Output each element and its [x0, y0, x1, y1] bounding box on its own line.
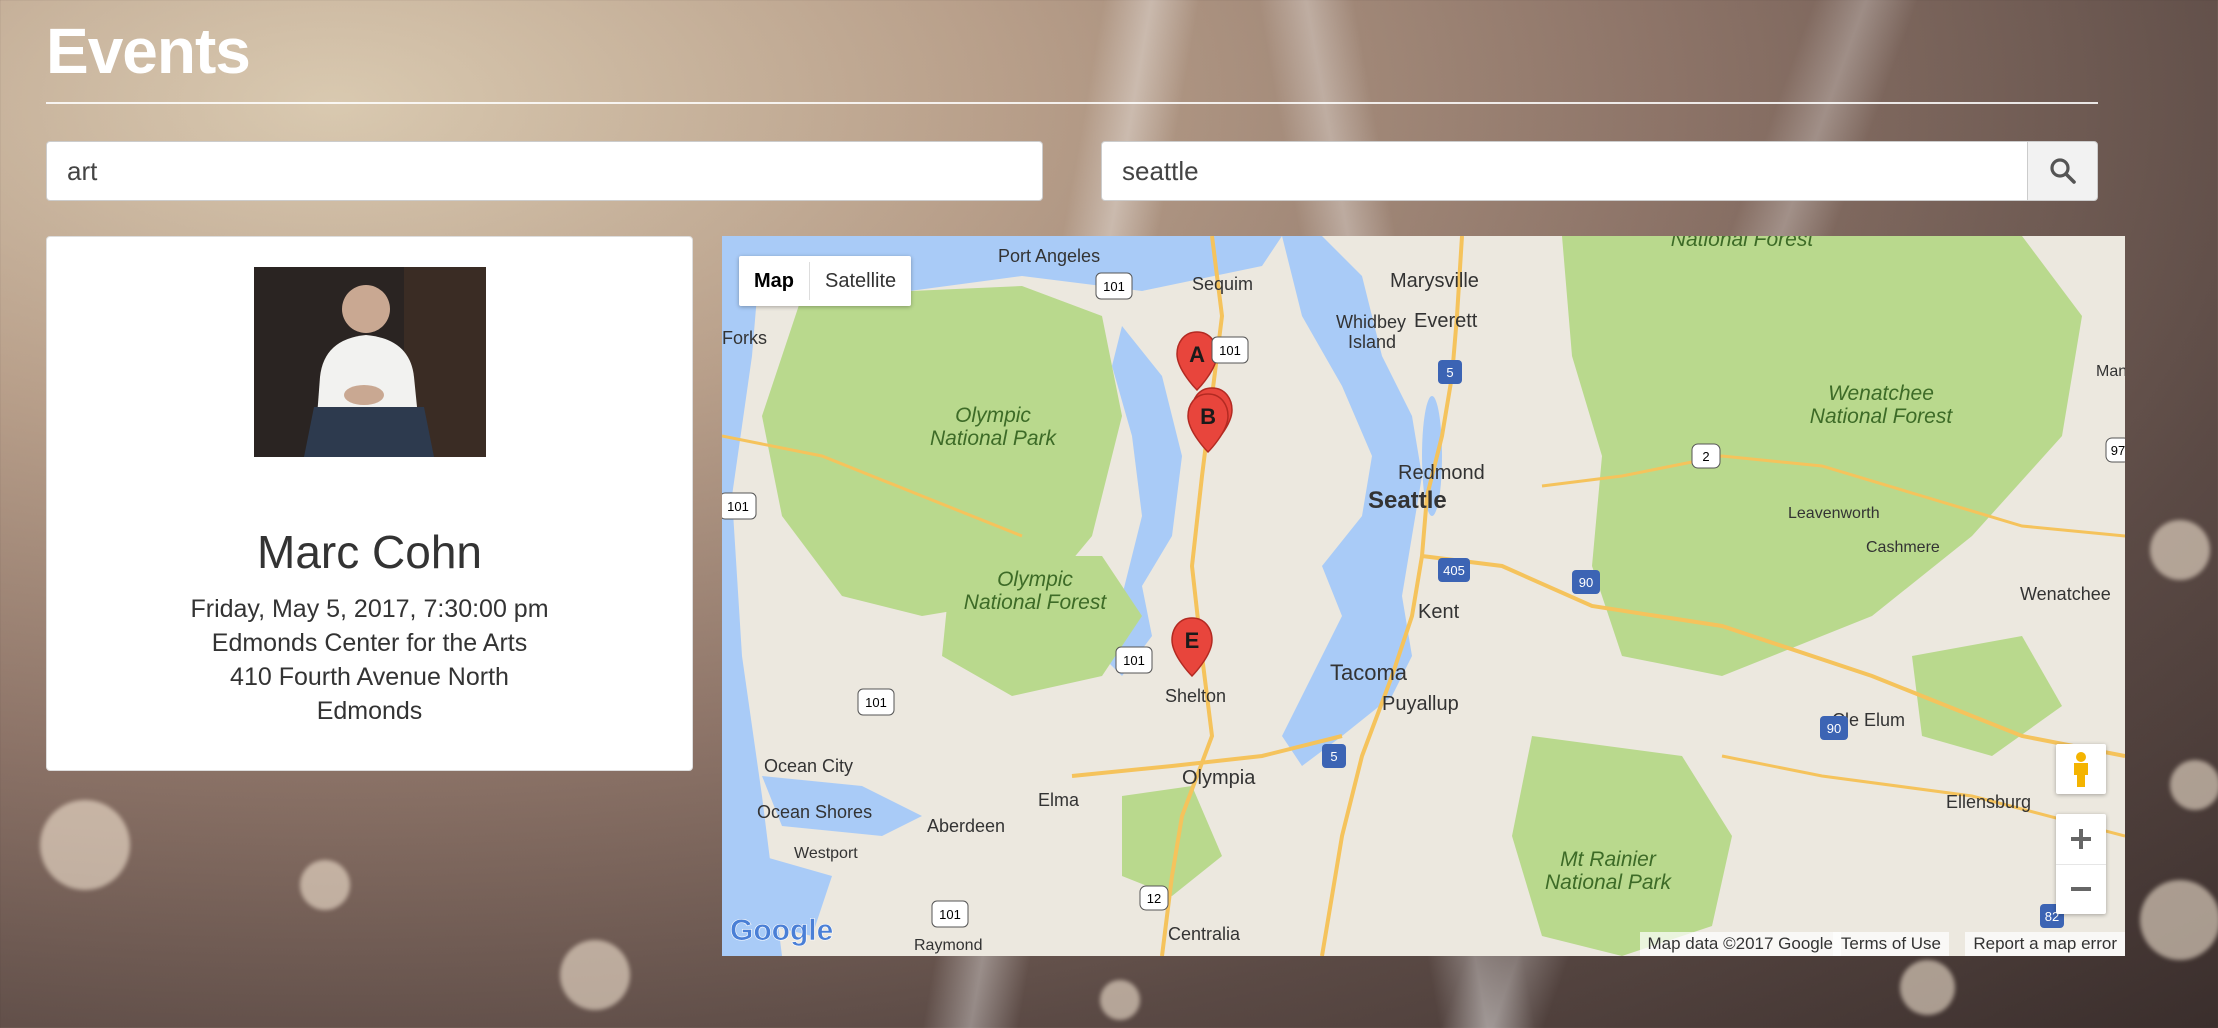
- map-type-toggle[interactable]: Map Satellite: [739, 256, 912, 306]
- satellite-view-button[interactable]: Satellite: [810, 256, 911, 306]
- keyword-search-input[interactable]: [46, 141, 1043, 201]
- event-address: 410 Fourth Avenue North: [230, 663, 509, 691]
- place-label: Centralia: [1168, 924, 1241, 944]
- pegman-icon: [2074, 752, 2088, 787]
- zoom-in-button[interactable]: [2056, 814, 2106, 865]
- event-city: Edmonds: [316, 697, 423, 725]
- map-marker-b-label: B: [1200, 404, 1216, 429]
- park-label: Wenatchee: [1828, 382, 1934, 405]
- highway-shield: 12: [1147, 891, 1161, 906]
- place-label: Redmond: [1398, 462, 1485, 484]
- event-photo: [254, 267, 486, 457]
- place-label: Raymond: [914, 937, 982, 954]
- highway-shield: 101: [1219, 343, 1241, 358]
- place-label: Kent: [1418, 601, 1460, 623]
- map-marker-a-label: A: [1189, 342, 1205, 367]
- highway-shield: 2: [1702, 449, 1709, 464]
- place-label: Aberdeen: [927, 816, 1005, 836]
- event-venue: Edmonds Center for the Arts: [211, 629, 528, 657]
- place-label: Wenatchee: [2020, 584, 2111, 604]
- park-label: National Park: [930, 427, 1058, 450]
- place-label: Whidbey: [1336, 312, 1406, 332]
- minus-icon: [2071, 887, 2091, 892]
- street-view-pegman-button[interactable]: [2056, 744, 2106, 794]
- event-card[interactable]: Marc Cohn Friday, May 5, 2017, 7:30:00 p…: [46, 236, 693, 771]
- place-label: Puyallup: [1382, 693, 1459, 715]
- place-label: Tacoma: [1330, 660, 1408, 685]
- place-label: Westport: [794, 845, 858, 862]
- highway-shield: 101: [1103, 279, 1125, 294]
- map-view-button[interactable]: Map: [739, 256, 809, 306]
- place-label: Cashmere: [1866, 539, 1940, 556]
- place-label: Ocean City: [764, 756, 853, 776]
- title-divider: [46, 102, 2098, 104]
- place-label: Seattle: [1368, 487, 1447, 514]
- place-label: Shelton: [1165, 686, 1226, 706]
- place-label: Ocean Shores: [757, 802, 872, 822]
- map-attribution: Map data ©2017 Google: [1639, 932, 1841, 956]
- place-label: Forks: [722, 328, 767, 348]
- plus-icon: [2071, 828, 2091, 849]
- events-map[interactable]: A B E Port Angeles Sequim Forks Whidbey …: [722, 236, 2125, 956]
- park-label: National Forest: [1810, 405, 1954, 428]
- event-name[interactable]: Marc Cohn: [47, 525, 692, 579]
- map-marker-e-label: E: [1185, 628, 1200, 653]
- highway-shield: 97: [2111, 443, 2125, 458]
- terms-of-use-link[interactable]: Terms of Use: [1832, 932, 1949, 956]
- highway-shield: 101: [1123, 653, 1145, 668]
- place-label: Elma: [1038, 790, 1080, 810]
- event-datetime: Friday, May 5, 2017, 7:30:00 pm: [190, 595, 549, 623]
- park-label: Olympic: [955, 404, 1031, 427]
- place-label: Port Angeles: [998, 246, 1100, 266]
- highway-shield: 405: [1443, 563, 1465, 578]
- park-label: National Forest: [1671, 236, 1815, 251]
- place-label: Island: [1348, 332, 1396, 352]
- park-label: Mt Rainier: [1560, 848, 1657, 871]
- zoom-out-button[interactable]: [2056, 865, 2106, 915]
- highway-shield: 101: [939, 907, 961, 922]
- park-label: National Park: [1545, 871, 1673, 894]
- place-label: Sequim: [1192, 274, 1253, 294]
- search-button[interactable]: [2027, 141, 2098, 201]
- google-logo: Google: [730, 914, 833, 947]
- place-label: Ellensburg: [1946, 792, 2031, 812]
- highway-shield: 5: [1330, 749, 1337, 764]
- place-label: Marysville: [1390, 270, 1479, 292]
- highway-shield: 101: [865, 695, 887, 710]
- highway-shield: 101: [727, 499, 749, 514]
- park-label: Olympic: [997, 568, 1073, 591]
- place-label: Leavenworth: [1788, 505, 1880, 522]
- highway-shield: 90: [1579, 575, 1593, 590]
- location-search-input[interactable]: [1101, 141, 2028, 201]
- park-label: National Forest: [964, 591, 1108, 614]
- place-label: Man: [2096, 363, 2125, 380]
- place-label: Olympia: [1182, 767, 1256, 789]
- highway-shield: 5: [1446, 365, 1453, 380]
- highway-shield: 90: [1827, 721, 1841, 736]
- zoom-controls[interactable]: [2056, 814, 2106, 914]
- report-map-error-link[interactable]: Report a map error: [1965, 932, 2125, 956]
- page-title: Events: [46, 15, 251, 87]
- place-label: Everett: [1414, 310, 1478, 332]
- search-icon: [2049, 158, 2076, 184]
- map-canvas[interactable]: A B E Port Angeles Sequim Forks Whidbey …: [722, 236, 2125, 956]
